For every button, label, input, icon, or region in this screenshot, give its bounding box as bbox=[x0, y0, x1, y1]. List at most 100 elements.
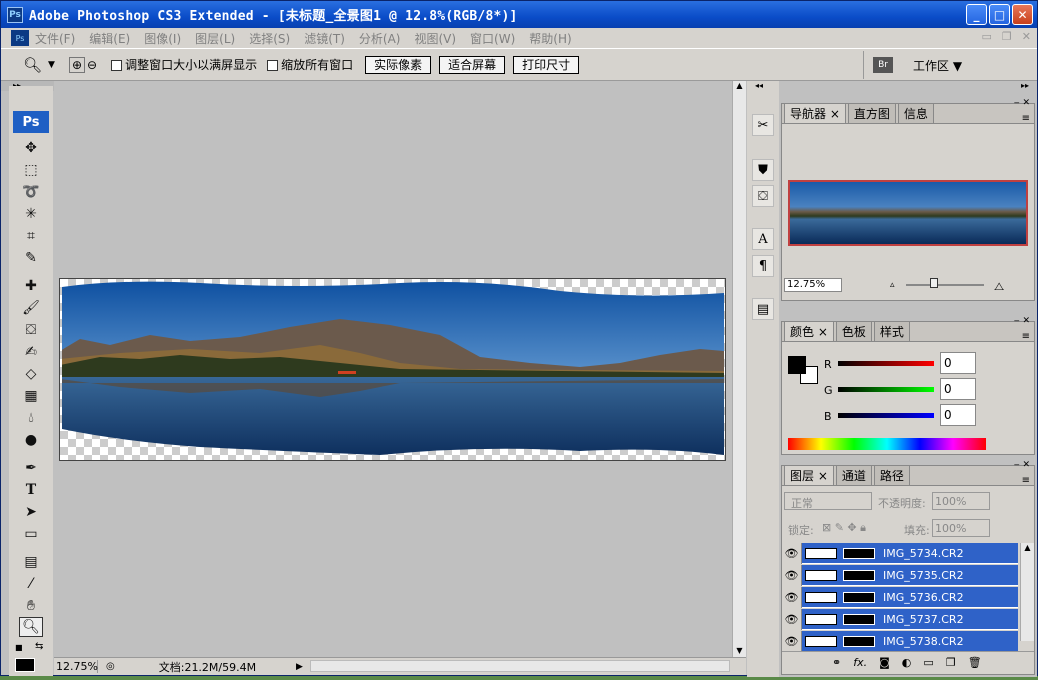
blur-tool-icon[interactable]: 💧︎ bbox=[19, 408, 43, 428]
brushes-icon[interactable]: ⛊ bbox=[752, 159, 774, 181]
print-size-button[interactable]: 打印尺寸 bbox=[513, 55, 580, 74]
fill-field[interactable]: 100% bbox=[932, 519, 990, 537]
scroll-down-icon[interactable]: ▼ bbox=[733, 646, 746, 655]
tab-styles[interactable]: 样式 bbox=[873, 321, 910, 341]
status-info-icon[interactable]: ◎ bbox=[106, 661, 115, 672]
zoom-all-option[interactable]: 缩放所有窗口 bbox=[267, 56, 353, 73]
r-value-field[interactable]: 0 bbox=[940, 352, 976, 374]
history-brush-icon[interactable]: ✍ bbox=[19, 342, 43, 362]
panel-menu-icon[interactable]: ≡ bbox=[1022, 475, 1030, 486]
menu-select[interactable]: 选择(S) bbox=[249, 30, 290, 47]
fit-screen-button[interactable]: 适合屏幕 bbox=[439, 55, 506, 74]
tab-histogram[interactable]: 直方图 bbox=[847, 103, 896, 123]
clone-source-icon[interactable]: ⛋ bbox=[752, 185, 774, 207]
g-value-field[interactable]: 0 bbox=[940, 378, 976, 400]
blend-mode-select[interactable]: 正常 bbox=[784, 492, 872, 510]
link-layers-icon[interactable]: ⚭ bbox=[832, 656, 841, 669]
lasso-tool-icon[interactable]: ➰ bbox=[19, 182, 43, 202]
zoom-in-large-icon[interactable]: ⧍ bbox=[994, 280, 1004, 294]
visibility-eye-icon[interactable]: 👁︎ bbox=[782, 630, 802, 652]
new-layer-icon[interactable]: ❐ bbox=[946, 656, 956, 669]
eyedropper-icon[interactable]: ⁄ bbox=[19, 574, 43, 594]
menu-view[interactable]: 视图(V) bbox=[414, 30, 456, 47]
navigator-zoom-slider[interactable] bbox=[906, 284, 984, 286]
panel-close-icon[interactable]: ‒ ✕ bbox=[1014, 460, 1030, 470]
menu-window[interactable]: 窗口(W) bbox=[470, 30, 515, 47]
menu-file[interactable]: 文件(F) bbox=[35, 30, 75, 47]
adjustment-layer-icon[interactable]: ◐ bbox=[902, 656, 912, 669]
layers-scrollbar[interactable]: ▲ bbox=[1020, 543, 1034, 641]
lock-icons[interactable]: ⊠ ✎ ✥ 🔒︎ bbox=[822, 521, 866, 535]
zoom-all-checkbox[interactable] bbox=[267, 60, 279, 71]
tab-paths[interactable]: 路径 bbox=[873, 465, 910, 485]
layer-mask-thumbnail[interactable] bbox=[843, 569, 875, 581]
shape-tool-icon[interactable]: ▭ bbox=[19, 524, 43, 544]
doc-minimize-icon[interactable]: ▭ bbox=[982, 30, 992, 43]
type-tool-icon[interactable]: T bbox=[19, 480, 43, 500]
panel-close-icon[interactable]: ‒ ✕ bbox=[1014, 316, 1030, 326]
b-slider[interactable] bbox=[838, 413, 934, 418]
visibility-eye-icon[interactable]: 👁︎ bbox=[782, 608, 802, 630]
layer-mask-thumbnail[interactable] bbox=[843, 547, 875, 559]
paragraph-icon[interactable]: ¶ bbox=[752, 255, 774, 277]
menu-analysis[interactable]: 分析(A) bbox=[359, 30, 401, 47]
swap-colors-icon[interactable]: ⇆ bbox=[35, 641, 43, 652]
opacity-field[interactable]: 100% bbox=[932, 492, 990, 510]
gradient-tool-icon[interactable]: ▦ bbox=[19, 386, 43, 406]
notes-tool-icon[interactable]: ▤ bbox=[19, 552, 43, 572]
tab-layers[interactable]: 图层 × bbox=[784, 465, 834, 485]
g-slider[interactable] bbox=[838, 387, 934, 392]
foreground-color-swatch[interactable] bbox=[15, 658, 35, 672]
r-slider[interactable] bbox=[838, 361, 934, 366]
zoom-tool-icon[interactable]: 🔍︎ bbox=[19, 617, 43, 637]
tab-channels[interactable]: 通道 bbox=[835, 465, 872, 485]
panel-column-grip[interactable]: ▸▸ bbox=[779, 81, 1037, 95]
new-group-icon[interactable]: ▭ bbox=[923, 656, 933, 669]
navigator-thumbnail[interactable] bbox=[788, 180, 1028, 246]
visibility-eye-icon[interactable]: 👁︎ bbox=[782, 564, 802, 586]
zoom-out-icon[interactable]: ⊖ bbox=[87, 58, 97, 72]
add-mask-icon[interactable]: ◙ bbox=[879, 656, 890, 669]
healing-brush-icon[interactable]: ✚ bbox=[19, 276, 43, 296]
brush-tool-icon[interactable]: 🖌︎ bbox=[19, 298, 43, 318]
dodge-tool-icon[interactable]: ● bbox=[19, 430, 43, 450]
doc-close-icon[interactable]: ✕ bbox=[1022, 30, 1031, 43]
minimize-button[interactable]: _ bbox=[966, 4, 987, 25]
maximize-button[interactable]: □ bbox=[989, 4, 1010, 25]
panel-close-icon[interactable]: ‒ ✕ bbox=[1014, 98, 1030, 108]
menu-filter[interactable]: 滤镜(T) bbox=[304, 30, 345, 47]
pen-tool-icon[interactable]: ✒ bbox=[19, 458, 43, 478]
layer-mask-thumbnail[interactable] bbox=[843, 635, 875, 647]
hand-tool-icon[interactable]: ✋︎ bbox=[19, 596, 43, 616]
crop-tool-icon[interactable]: ⌗ bbox=[19, 226, 43, 246]
canvas-vertical-scrollbar[interactable]: ▲ ▼ bbox=[732, 81, 746, 657]
close-button[interactable]: ✕ bbox=[1012, 4, 1033, 25]
resize-windows-checkbox[interactable] bbox=[111, 60, 123, 71]
layer-row[interactable]: 👁︎ IMG_5737.CR2 bbox=[782, 608, 1018, 630]
zoom-out-small-icon[interactable]: ▵ bbox=[890, 280, 895, 290]
menu-image[interactable]: 图像(I) bbox=[144, 30, 181, 47]
menu-layer[interactable]: 图层(L) bbox=[195, 30, 235, 47]
scroll-up-icon[interactable]: ▲ bbox=[733, 81, 746, 90]
magic-wand-icon[interactable]: ✳ bbox=[19, 204, 43, 224]
move-tool-icon[interactable]: ✥ bbox=[19, 138, 43, 158]
status-menu-arrow-icon[interactable]: ▶ bbox=[296, 662, 303, 672]
zoom-level-field[interactable]: 12.75% bbox=[54, 660, 98, 673]
menu-edit[interactable]: 编辑(E) bbox=[89, 30, 130, 47]
actual-pixels-button[interactable]: 实际像素 bbox=[365, 55, 432, 74]
clone-stamp-icon[interactable]: ⛋ bbox=[19, 320, 43, 340]
b-value-field[interactable]: 0 bbox=[940, 404, 976, 426]
panel-menu-icon[interactable]: ≡ bbox=[1022, 113, 1030, 124]
workspace-menu[interactable]: 工作区 ▼ bbox=[913, 57, 962, 74]
eraser-tool-icon[interactable]: ◇ bbox=[19, 364, 43, 384]
delete-layer-icon[interactable]: 🗑︎ bbox=[968, 656, 982, 669]
panel-menu-icon[interactable]: ≡ bbox=[1022, 331, 1030, 342]
horizontal-scrollbar[interactable] bbox=[310, 660, 730, 672]
visibility-eye-icon[interactable]: 👁︎ bbox=[782, 586, 802, 608]
layer-row[interactable]: 👁︎ IMG_5738.CR2 bbox=[782, 630, 1018, 652]
title-bar[interactable]: Ps Adobe Photoshop CS3 Extended - [未标题_全… bbox=[1, 1, 1037, 28]
slice-tool-icon[interactable]: ✎ bbox=[19, 248, 43, 268]
doc-restore-icon[interactable]: ❐ bbox=[1002, 30, 1012, 43]
layer-comps-icon[interactable]: ▤ bbox=[752, 298, 774, 320]
marquee-tool-icon[interactable]: ⬚ bbox=[19, 160, 43, 180]
